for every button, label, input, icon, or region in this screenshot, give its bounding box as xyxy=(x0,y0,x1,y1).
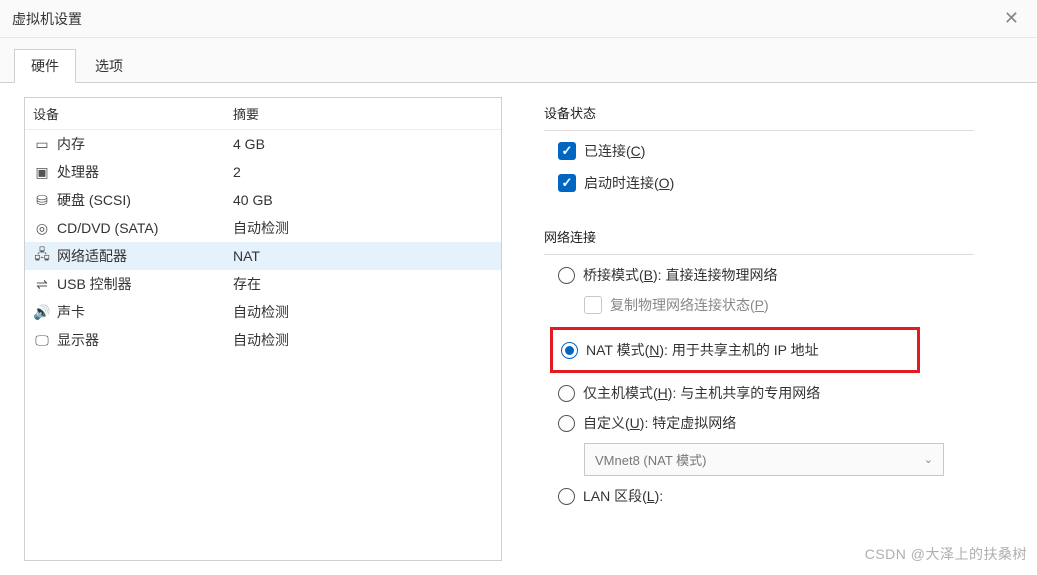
hw-name: 网络适配器 xyxy=(57,246,127,266)
hw-summary: 存在 xyxy=(233,274,493,294)
divider xyxy=(544,130,974,131)
device-state-label: 设备状态 xyxy=(544,103,1013,122)
nat-label: NAT 模式(N): 用于共享主机的 IP 地址 xyxy=(586,340,819,360)
col-device: 设备 xyxy=(33,104,233,123)
radio-icon xyxy=(558,385,575,402)
hw-row-display[interactable]: 🖵 显示器 自动检测 xyxy=(25,326,501,354)
hw-name: CD/DVD (SATA) xyxy=(57,220,158,236)
replicate-sub: ✓ 复制物理网络连接状态(P) xyxy=(584,295,1013,315)
hw-name: 声卡 xyxy=(57,302,85,322)
display-icon: 🖵 xyxy=(33,331,51,349)
tab-options[interactable]: 选项 xyxy=(78,49,140,83)
hardware-list-header: 设备 摘要 xyxy=(25,98,501,130)
bridged-radio[interactable]: 桥接模式(B): 直接连接物理网络 xyxy=(558,265,1013,285)
chevron-down-icon: ⌄ xyxy=(924,453,933,466)
hw-name: 硬盘 (SCSI) xyxy=(57,190,131,210)
network-icon: 🖧 xyxy=(33,247,51,265)
hw-row-sound[interactable]: 🔊 声卡 自动检测 xyxy=(25,298,501,326)
lan-segment-radio[interactable]: LAN 区段(L): xyxy=(558,486,1013,506)
hardware-panel: 设备 摘要 ▭ 内存 4 GB ▣ 处理器 2 ⛁ 硬盘 (SCSI) 40 GB ◎… xyxy=(0,83,510,575)
radio-icon xyxy=(558,267,575,284)
nat-highlight: NAT 模式(N): 用于共享主机的 IP 地址 xyxy=(550,327,920,373)
custom-vmnet-value: VMnet8 (NAT 模式) xyxy=(595,450,706,469)
tabs-bar: 硬件 选项 xyxy=(0,38,1037,83)
checkbox-unchecked-icon: ✓ xyxy=(584,296,602,314)
settings-panel: 设备状态 ✓ 已连接(C) ✓ 启动时连接(O) 网络连接 桥接模式(B): 直… xyxy=(510,83,1037,575)
cpu-icon: ▣ xyxy=(33,163,51,181)
hw-summary: 2 xyxy=(233,164,493,180)
title-bar: 虚拟机设置 ✕ xyxy=(0,0,1037,38)
sound-icon: 🔊 xyxy=(33,303,51,321)
hw-row-network[interactable]: 🖧 网络适配器 NAT xyxy=(25,242,501,270)
connect-poweron-label: 启动时连接(O) xyxy=(584,173,674,193)
memory-icon: ▭ xyxy=(33,135,51,153)
hw-summary: 自动检测 xyxy=(233,218,493,238)
hw-row-usb[interactable]: ⇌ USB 控制器 存在 xyxy=(25,270,501,298)
hw-row-memory[interactable]: ▭ 内存 4 GB xyxy=(25,130,501,158)
bridged-label: 桥接模式(B): 直接连接物理网络 xyxy=(583,265,777,285)
disk-icon: ⛁ xyxy=(33,191,51,209)
watermark: CSDN @大泽上的扶桑树 xyxy=(865,544,1027,564)
custom-vmnet-select[interactable]: VMnet8 (NAT 模式) ⌄ xyxy=(584,443,944,476)
hw-summary: 4 GB xyxy=(233,136,493,152)
connected-label: 已连接(C) xyxy=(584,141,645,161)
checkbox-checked-icon: ✓ xyxy=(558,142,576,160)
radio-icon xyxy=(558,415,575,432)
window-title: 虚拟机设置 xyxy=(12,9,82,29)
hostonly-label: 仅主机模式(H): 与主机共享的专用网络 xyxy=(583,383,820,403)
connected-checkbox-row[interactable]: ✓ 已连接(C) xyxy=(558,141,1013,161)
col-summary: 摘要 xyxy=(233,104,493,123)
divider xyxy=(544,254,974,255)
hw-summary: NAT xyxy=(233,248,493,264)
nat-radio[interactable]: NAT 模式(N): 用于共享主机的 IP 地址 xyxy=(561,340,909,360)
hw-name: 内存 xyxy=(57,134,85,154)
tab-hardware[interactable]: 硬件 xyxy=(14,49,76,83)
custom-label: 自定义(U): 特定虚拟网络 xyxy=(583,413,736,433)
radio-selected-icon xyxy=(561,342,578,359)
hw-name: 处理器 xyxy=(57,162,99,182)
content-area: 设备 摘要 ▭ 内存 4 GB ▣ 处理器 2 ⛁ 硬盘 (SCSI) 40 GB ◎… xyxy=(0,83,1037,575)
hw-summary: 自动检测 xyxy=(233,302,493,322)
network-connection-label: 网络连接 xyxy=(544,227,1013,246)
connect-at-poweron-checkbox-row[interactable]: ✓ 启动时连接(O) xyxy=(558,173,1013,193)
hw-row-cpu[interactable]: ▣ 处理器 2 xyxy=(25,158,501,186)
hostonly-radio[interactable]: 仅主机模式(H): 与主机共享的专用网络 xyxy=(558,383,1013,403)
hw-row-disk[interactable]: ⛁ 硬盘 (SCSI) 40 GB xyxy=(25,186,501,214)
device-state-group: ✓ 已连接(C) ✓ 启动时连接(O) xyxy=(544,141,1013,221)
network-connection-group: 桥接模式(B): 直接连接物理网络 ✓ 复制物理网络连接状态(P) NAT 模式… xyxy=(544,265,1013,532)
usb-icon: ⇌ xyxy=(33,275,51,293)
hw-name: 显示器 xyxy=(57,330,99,350)
hw-row-cd[interactable]: ◎ CD/DVD (SATA) 自动检测 xyxy=(25,214,501,242)
hw-name: USB 控制器 xyxy=(57,274,132,294)
checkbox-checked-icon: ✓ xyxy=(558,174,576,192)
close-icon[interactable]: ✕ xyxy=(998,8,1025,29)
replicate-label: 复制物理网络连接状态(P) xyxy=(610,295,769,315)
radio-icon xyxy=(558,488,575,505)
lan-segment-label: LAN 区段(L): xyxy=(583,486,663,506)
hardware-list: 设备 摘要 ▭ 内存 4 GB ▣ 处理器 2 ⛁ 硬盘 (SCSI) 40 GB ◎… xyxy=(24,97,502,561)
cd-icon: ◎ xyxy=(33,219,51,237)
hw-summary: 40 GB xyxy=(233,192,493,208)
hw-summary: 自动检测 xyxy=(233,330,493,350)
replicate-checkbox-row: ✓ 复制物理网络连接状态(P) xyxy=(584,295,1013,315)
custom-radio[interactable]: 自定义(U): 特定虚拟网络 xyxy=(558,413,1013,433)
